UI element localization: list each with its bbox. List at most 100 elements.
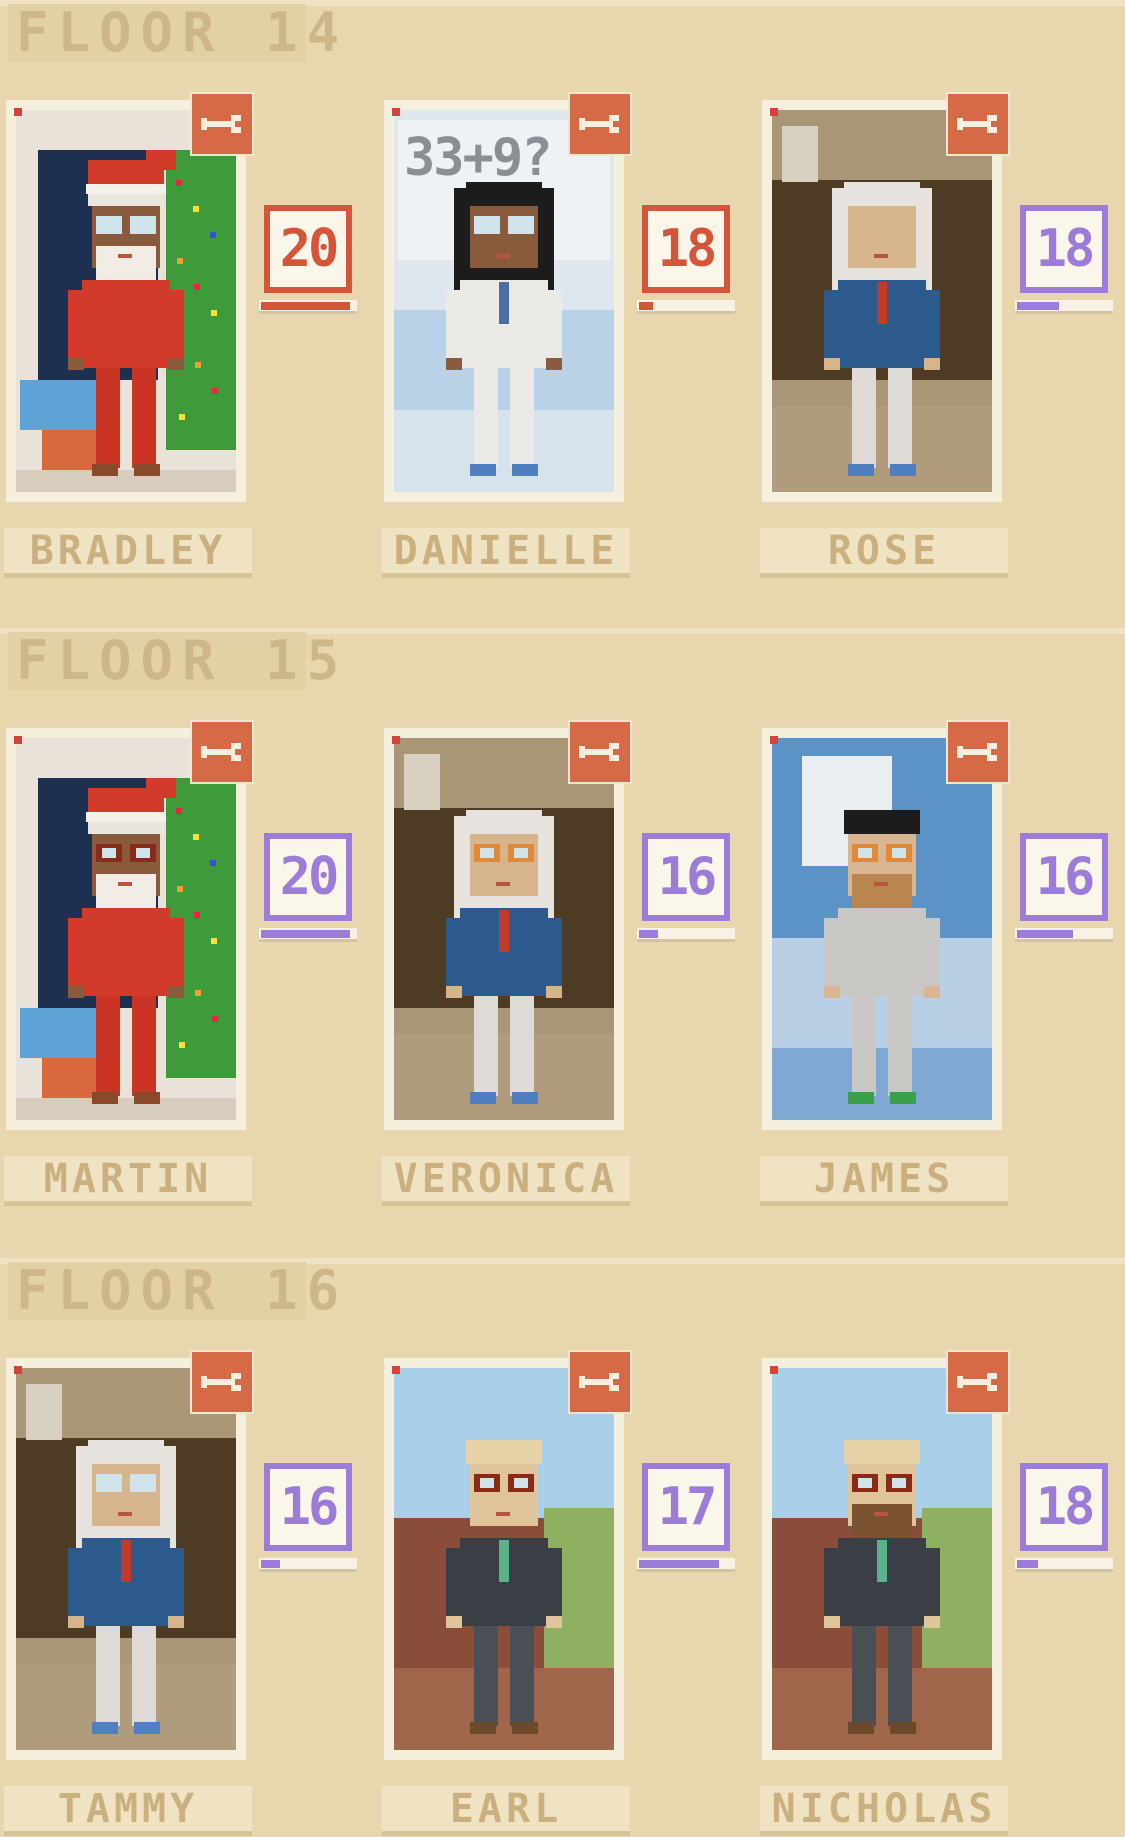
resident-name[interactable]: EARL bbox=[382, 1786, 630, 1836]
arm bbox=[446, 290, 462, 360]
shoe bbox=[848, 464, 874, 476]
arm bbox=[446, 1548, 462, 1618]
shoe bbox=[512, 464, 538, 476]
tree-ornament bbox=[212, 1016, 218, 1022]
torso bbox=[82, 280, 170, 368]
arm bbox=[824, 1548, 840, 1618]
leg bbox=[132, 368, 156, 468]
resident-card[interactable] bbox=[384, 1350, 632, 1760]
glasses-lens bbox=[102, 848, 116, 858]
hand bbox=[546, 1616, 562, 1628]
wrench-icon[interactable] bbox=[568, 1350, 632, 1414]
status-dot bbox=[392, 1366, 400, 1374]
santa-hat-trim bbox=[86, 184, 166, 194]
wrench-icon[interactable] bbox=[568, 720, 632, 784]
hand bbox=[546, 986, 562, 998]
level-badge: 18 bbox=[1020, 205, 1108, 293]
glasses-lens bbox=[102, 220, 116, 230]
hair bbox=[466, 182, 542, 206]
leg bbox=[852, 368, 876, 468]
floor bbox=[394, 410, 614, 492]
resident-portrait bbox=[772, 738, 992, 1120]
wrench-icon[interactable] bbox=[946, 720, 1010, 784]
resident-card[interactable] bbox=[384, 720, 632, 1130]
tree-ornament bbox=[179, 1042, 185, 1048]
tree-ornament bbox=[177, 886, 183, 892]
santa-hat bbox=[146, 778, 176, 798]
tie bbox=[499, 910, 509, 952]
resident-name[interactable]: JAMES bbox=[760, 1156, 1008, 1206]
wrench-icon[interactable] bbox=[946, 92, 1010, 156]
tree-ornament bbox=[177, 258, 183, 264]
resident-name[interactable]: ROSE bbox=[760, 528, 1008, 578]
hand bbox=[168, 358, 184, 370]
mouth bbox=[874, 254, 888, 258]
glasses-lens bbox=[480, 1478, 494, 1488]
glasses-lens bbox=[858, 848, 872, 858]
level-progress-bar bbox=[637, 928, 735, 942]
notice bbox=[26, 1384, 62, 1440]
hand bbox=[68, 358, 84, 370]
resident-card[interactable] bbox=[6, 1350, 254, 1760]
hand bbox=[446, 358, 462, 370]
level-progress-bar bbox=[637, 300, 735, 314]
level-progress-fill bbox=[639, 1560, 719, 1568]
resident-name[interactable]: MARTIN bbox=[4, 1156, 252, 1206]
resident-name[interactable]: NICHOLAS bbox=[760, 1786, 1008, 1836]
mouth bbox=[118, 1512, 132, 1516]
resident-card[interactable]: 33+9? bbox=[384, 92, 632, 502]
status-dot bbox=[770, 1366, 778, 1374]
resident-card[interactable] bbox=[762, 1350, 1010, 1760]
shoe bbox=[134, 1092, 160, 1104]
shoe bbox=[512, 1722, 538, 1734]
hand bbox=[824, 1616, 840, 1628]
mouth bbox=[118, 254, 132, 258]
glasses-lens bbox=[892, 1478, 906, 1488]
level-progress-fill bbox=[1017, 930, 1073, 938]
tree-ornament bbox=[195, 990, 201, 996]
resident-portrait bbox=[16, 1368, 236, 1750]
wrench-glyph bbox=[201, 1373, 241, 1391]
resident-name[interactable]: BRADLEY bbox=[4, 528, 252, 578]
shoe bbox=[848, 1722, 874, 1734]
tie bbox=[499, 1540, 509, 1582]
arm bbox=[168, 1548, 184, 1618]
resident-name[interactable]: TAMMY bbox=[4, 1786, 252, 1836]
tree-ornament bbox=[179, 414, 185, 420]
resident-name[interactable]: VERONICA bbox=[382, 1156, 630, 1206]
status-dot bbox=[770, 108, 778, 116]
level-badge: 20 bbox=[264, 205, 352, 293]
resident-card[interactable] bbox=[762, 720, 1010, 1130]
status-dot bbox=[392, 108, 400, 116]
tree-ornament bbox=[195, 362, 201, 368]
wrench-icon[interactable] bbox=[568, 92, 632, 156]
wrench-icon[interactable] bbox=[190, 720, 254, 784]
status-dot bbox=[392, 736, 400, 744]
floor bbox=[16, 470, 236, 492]
wrench-icon[interactable] bbox=[190, 92, 254, 156]
resident-card[interactable] bbox=[6, 92, 254, 502]
level-progress-fill bbox=[261, 930, 350, 938]
resident-card[interactable] bbox=[6, 720, 254, 1130]
shoe bbox=[470, 1092, 496, 1104]
resident-card[interactable] bbox=[762, 92, 1010, 502]
wrench-icon[interactable] bbox=[946, 1350, 1010, 1414]
wrench-glyph bbox=[579, 1373, 619, 1391]
leg bbox=[852, 996, 876, 1096]
tree-ornament bbox=[194, 912, 200, 918]
shoe bbox=[92, 464, 118, 476]
glasses-lens bbox=[102, 1478, 116, 1488]
resident-name[interactable]: DANIELLE bbox=[382, 528, 630, 578]
hair bbox=[844, 810, 920, 834]
mouth bbox=[874, 1512, 888, 1516]
wrench-icon[interactable] bbox=[190, 1350, 254, 1414]
tree-ornament bbox=[193, 834, 199, 840]
santa-hat-trim bbox=[86, 812, 166, 822]
level-progress-bar bbox=[259, 928, 357, 942]
level-badge: 16 bbox=[642, 833, 730, 921]
leg bbox=[510, 368, 534, 468]
floor bbox=[772, 406, 992, 492]
whiteboard-text: 33+9? bbox=[404, 128, 553, 188]
hand bbox=[446, 986, 462, 998]
rail-track bbox=[772, 1668, 992, 1750]
